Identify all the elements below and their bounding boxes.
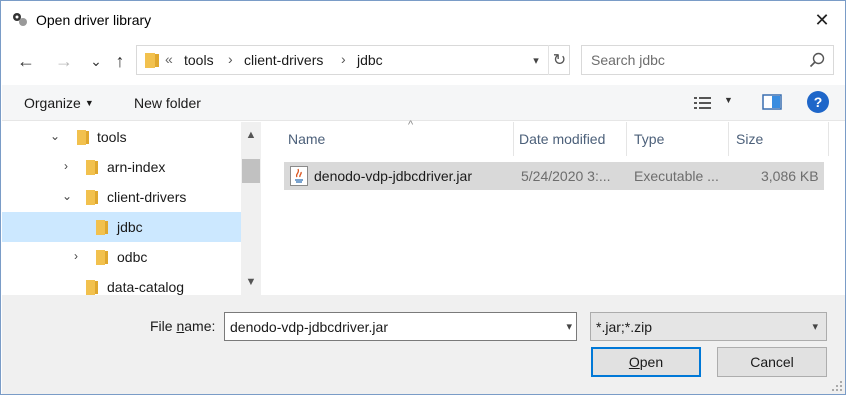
organize-menu-button[interactable]: Organize ▼ <box>24 95 94 111</box>
recent-locations-button[interactable]: ⌄ <box>83 49 109 73</box>
tree-item-data-catalog[interactable]: data-catalog <box>2 272 242 295</box>
forward-arrow-icon: → <box>55 50 73 71</box>
chevron-down-icon[interactable]: ⌄ <box>50 129 60 143</box>
up-button[interactable]: ↑ <box>107 49 133 73</box>
file-row[interactable]: denodo-vdp-jdbcdriver.jar 5/24/2020 3:..… <box>284 162 824 190</box>
close-button[interactable]: ✕ <box>799 1 845 39</box>
file-date-modified: 5/24/2020 3:... <box>521 168 611 184</box>
file-type: Executable ... <box>634 168 719 184</box>
column-header-type[interactable]: Type <box>626 122 729 156</box>
tree-item-label: arn-index <box>107 159 166 175</box>
column-header-name[interactable]: Name ^ <box>280 119 514 156</box>
back-arrow-icon: ← <box>17 50 35 71</box>
chevron-down-icon: ▾ <box>533 54 539 67</box>
tree-item-label: odbc <box>117 249 148 265</box>
tree-item-label: jdbc <box>117 219 143 235</box>
breadcrumb-tools[interactable]: tools <box>184 52 214 68</box>
folder-icon <box>96 220 108 235</box>
chevron-down-icon: ⌄ <box>90 52 102 69</box>
column-header-label: Type <box>634 131 665 147</box>
refresh-button[interactable]: ↻ <box>548 45 570 75</box>
open-file-dialog: Open driver library ✕ ← → ⌄ ↑ « tools › … <box>0 0 846 395</box>
navigation-pane[interactable]: ⌄ tools › arn-index ⌄ client-drivers jdb… <box>2 122 242 295</box>
tree-item-jdbc[interactable]: jdbc <box>2 212 242 242</box>
sort-ascending-icon: ^ <box>408 119 414 131</box>
window-title: Open driver library <box>36 12 152 28</box>
search-icon <box>809 52 825 68</box>
file-list[interactable]: Name ^ Date modified Type Size denodo-vd… <box>262 119 845 295</box>
new-folder-button[interactable]: New folder <box>134 95 201 111</box>
address-dropdown-button[interactable]: ▾ <box>524 45 548 75</box>
search-input[interactable] <box>582 46 782 74</box>
column-header-date-modified[interactable]: Date modified <box>511 122 627 156</box>
title-bar: Open driver library ✕ <box>1 1 845 39</box>
tree-item-client-drivers[interactable]: ⌄ client-drivers <box>2 182 242 212</box>
back-button[interactable]: ← <box>13 49 39 73</box>
file-name-input[interactable] <box>225 313 545 340</box>
view-options-icon[interactable] <box>692 93 714 113</box>
scroll-up-button[interactable]: ▲ <box>241 126 261 144</box>
cancel-button[interactable]: Cancel <box>717 347 827 377</box>
tree-item-label: client-drivers <box>107 189 187 205</box>
file-type-value: *.jar;*.zip <box>596 319 653 335</box>
tree-scrollbar[interactable]: ▲ ▼ <box>241 122 261 295</box>
folder-icon <box>86 280 98 295</box>
column-header-label: Name <box>288 131 326 147</box>
chevron-down-icon[interactable]: ▾ <box>566 320 572 333</box>
file-name-label: File name: <box>150 318 216 334</box>
tree-item-label: data-catalog <box>107 279 185 295</box>
refresh-icon: ↻ <box>552 52 567 69</box>
scroll-thumb[interactable] <box>242 159 260 183</box>
chevron-right-icon[interactable]: › <box>74 249 78 263</box>
tree-item-arn-index[interactable]: › arn-index <box>2 152 242 182</box>
column-header-label: Date modified <box>519 131 606 147</box>
folder-icon <box>86 160 98 175</box>
column-header-size[interactable]: Size <box>728 122 829 156</box>
resize-grip-icon[interactable] <box>831 380 843 392</box>
folder-icon <box>145 53 159 68</box>
chevron-down-icon: ▾ <box>812 321 818 333</box>
breadcrumb-separator-icon[interactable]: › <box>341 51 346 67</box>
command-bar: Organize ▼ New folder ▼ ? <box>2 85 845 121</box>
search-box[interactable] <box>581 45 834 75</box>
tree-item-odbc[interactable]: › odbc <box>2 242 242 272</box>
organize-label: Organize <box>24 95 81 111</box>
tree-item-tools[interactable]: ⌄ tools <box>2 122 242 152</box>
forward-button[interactable]: → <box>51 49 77 73</box>
help-button[interactable]: ? <box>807 91 829 113</box>
chevron-right-icon[interactable]: › <box>64 159 68 173</box>
help-icon: ? <box>813 94 823 110</box>
file-type-select[interactable]: *.jar;*.zip ▾ <box>590 312 827 341</box>
folder-icon <box>86 190 98 205</box>
view-dropdown-icon[interactable]: ▼ <box>724 95 733 105</box>
java-archive-icon <box>290 166 308 186</box>
chevron-down-icon: ▼ <box>245 276 257 288</box>
preview-pane-icon[interactable] <box>762 93 782 111</box>
address-bar[interactable]: « tools › client-drivers › jdbc <box>136 45 570 75</box>
file-name: denodo-vdp-jdbcdriver.jar <box>314 168 472 184</box>
folder-icon <box>96 250 108 265</box>
folder-icon <box>77 130 89 145</box>
file-size: 3,086 KB <box>761 168 819 184</box>
breadcrumb-jdbc[interactable]: jdbc <box>357 52 383 68</box>
breadcrumb-client-drivers[interactable]: client-drivers <box>244 52 323 68</box>
file-name-combobox[interactable]: ▾ <box>224 312 577 341</box>
chevron-up-icon: ▲ <box>245 129 257 141</box>
overflow-chevron-icon[interactable]: « <box>165 51 173 67</box>
bottom-panel: File name: ▾ *.jar;*.zip ▾ Open Cancel <box>2 295 845 394</box>
scroll-down-button[interactable]: ▼ <box>241 273 261 291</box>
new-folder-label: New folder <box>134 95 201 111</box>
breadcrumb-separator-icon[interactable]: › <box>228 51 233 67</box>
chevron-down-icon[interactable]: ⌄ <box>62 189 72 203</box>
open-button[interactable]: Open <box>591 347 701 377</box>
column-header-label: Size <box>736 131 764 147</box>
caret-down-icon: ▼ <box>84 98 94 108</box>
tree-item-label: tools <box>97 129 127 145</box>
up-arrow-icon: ↑ <box>115 50 125 71</box>
close-icon: ✕ <box>814 9 830 30</box>
app-icon <box>13 13 27 26</box>
